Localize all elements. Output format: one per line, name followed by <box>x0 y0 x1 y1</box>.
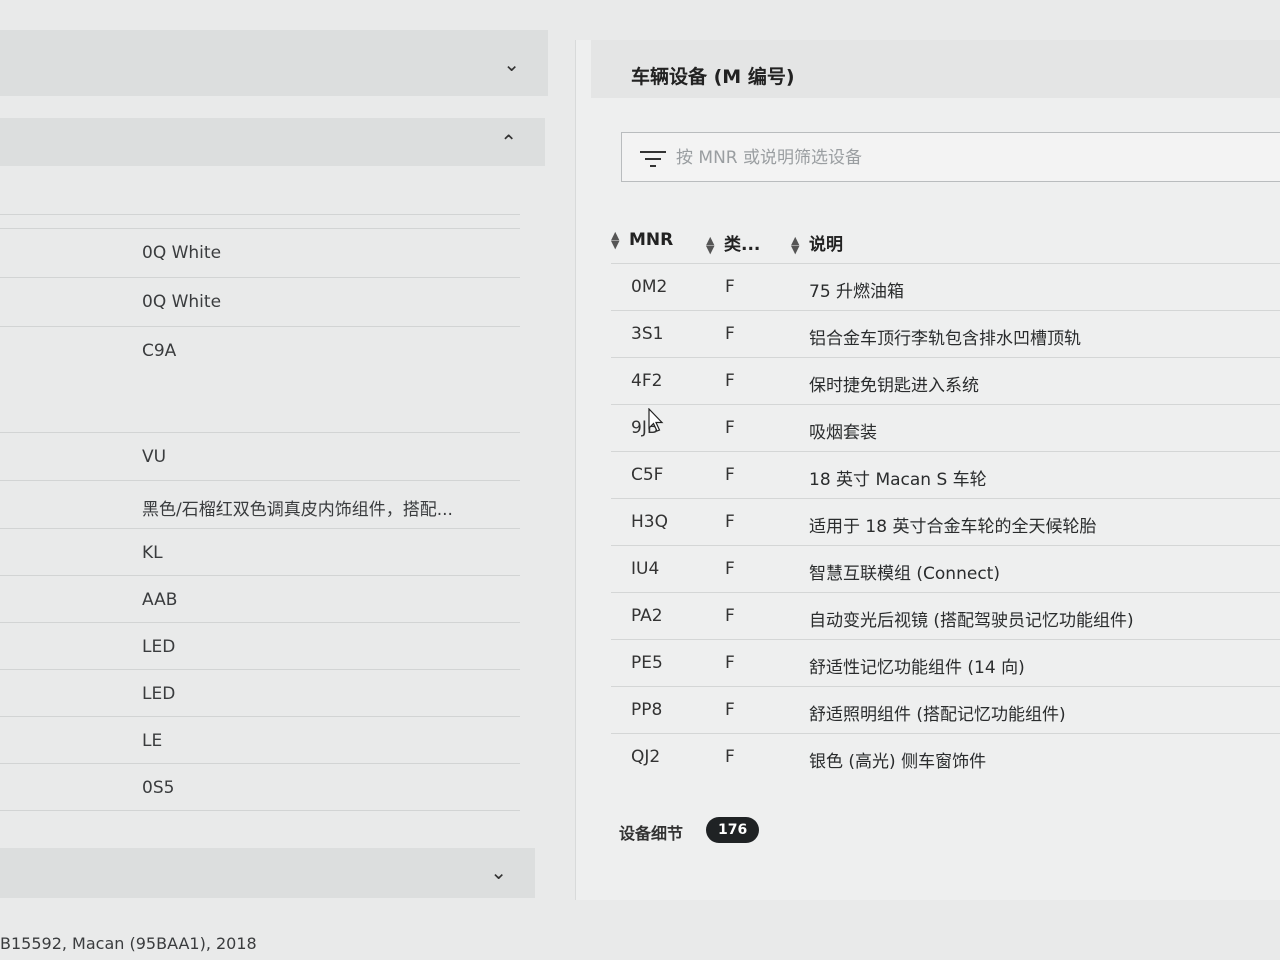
divider <box>0 214 520 215</box>
divider <box>0 810 520 811</box>
filter-icon <box>640 149 666 169</box>
list-item-text: LED <box>142 684 176 704</box>
list-item-text: C9A <box>142 341 177 361</box>
cell-description: 适用于 18 英寸合金车轮的全天候轮胎 <box>809 517 1097 537</box>
list-item-text: AAB <box>142 590 178 610</box>
cell-description: 智慧互联模组 (Connect) <box>809 564 1000 584</box>
cell-description: 舒适照明组件 (搭配记忆功能组件) <box>809 705 1066 725</box>
table-row[interactable]: PA2 F 自动变光后视镜 (搭配驾驶员记忆功能组件) <box>611 592 1280 640</box>
cell-type: F <box>725 606 735 626</box>
column-header-label: MNR <box>629 230 674 250</box>
cell-mnr: PA2 <box>631 606 663 626</box>
cell-description: 自动变光后视镜 (搭配驾驶员记忆功能组件) <box>809 611 1134 631</box>
column-header-label: 说明 <box>809 235 843 255</box>
cell-type: F <box>725 747 735 767</box>
table-row[interactable]: QJ2 F 银色 (高光) 侧车窗饰件 <box>611 733 1280 781</box>
list-item: 黑色/石榴红双色调真皮内饰组件，搭配... <box>0 480 520 528</box>
column-header-label: 类... <box>724 235 761 255</box>
list-item: LED <box>0 669 520 717</box>
accordion-header-expanded[interactable]: ⌃ <box>0 118 545 166</box>
list-item-text: LE <box>142 731 163 751</box>
chevron-down-icon: ⌄ <box>490 860 507 884</box>
list-item: VU <box>0 432 520 480</box>
cell-type: F <box>725 418 735 438</box>
left-panel: ⌄ ⌃ 0Q White 0Q White C9A VU 黑色/石榴红双色调真皮… <box>0 0 560 960</box>
cell-type: F <box>725 559 735 579</box>
cell-mnr: PP8 <box>631 700 663 720</box>
cell-mnr: QJ2 <box>631 747 661 767</box>
list-item: AAB <box>0 575 520 623</box>
list-item-text: 0Q White <box>142 243 222 263</box>
list-item-text: VU <box>142 447 167 467</box>
vehicle-equipment-panel: 车辆设备 (M 编号) ▲▼ MNR ▲▼ 类... ▲▼ 说明 0M2 F 75 升… <box>575 40 1280 900</box>
column-header-description[interactable]: ▲ ▼ 说明 <box>791 230 843 255</box>
table-row[interactable]: IU4 F 智慧互联模组 (Connect) <box>611 545 1280 593</box>
cell-mnr: C5F <box>631 465 664 485</box>
list-item: 0Q White <box>0 277 520 325</box>
cell-type: F <box>725 277 735 297</box>
cell-type: F <box>725 653 735 673</box>
mouse-pointer-icon <box>648 408 664 432</box>
list-item-text: 0Q White <box>142 292 222 312</box>
sort-icon: ▲ ▼ <box>706 234 715 256</box>
column-header-mnr[interactable]: ▲ ▼ MNR <box>611 230 673 250</box>
table-row[interactable]: PP8 F 舒适照明组件 (搭配记忆功能组件) <box>611 686 1280 734</box>
list-item: 0S5 <box>0 763 520 811</box>
list-item: C9A <box>0 326 520 427</box>
filter-input[interactable] <box>674 143 1268 173</box>
table-row[interactable]: PE5 F 舒适性记忆功能组件 (14 向) <box>611 639 1280 687</box>
cell-mnr: 4F2 <box>631 371 663 391</box>
cell-description: 75 升燃油箱 <box>809 282 905 302</box>
cell-description: 保时捷免钥匙进入系统 <box>809 376 979 396</box>
cell-description: 18 英寸 Macan S 车轮 <box>809 470 987 490</box>
details-label: 设备细节 <box>619 824 684 843</box>
table-row[interactable]: 3S1 F 铝合金车顶行李轨包含排水凹槽顶轨 <box>611 310 1280 358</box>
list-item: LED <box>0 622 520 670</box>
list-item-text: LED <box>142 637 176 657</box>
cell-mnr: IU4 <box>631 559 660 579</box>
list-item-text: 黑色/石榴红双色调真皮内饰组件，搭配... <box>142 500 453 520</box>
table-row[interactable]: 4F2 F 保时捷免钥匙进入系统 <box>611 357 1280 405</box>
table-row[interactable]: 9JB F 吸烟套装 <box>611 404 1280 452</box>
chevron-up-icon: ⌃ <box>500 130 517 154</box>
cell-mnr: 3S1 <box>631 324 664 344</box>
cell-type: F <box>725 324 735 344</box>
accordion-header-collapsed[interactable]: ⌄ <box>0 848 535 898</box>
chevron-down-icon: ⌄ <box>503 52 520 76</box>
sort-icon: ▲ ▼ <box>611 229 620 251</box>
cell-type: F <box>725 371 735 391</box>
list-item-text: 0S5 <box>142 778 175 798</box>
table-row[interactable]: C5F F 18 英寸 Macan S 车轮 <box>611 451 1280 499</box>
list-item: KL <box>0 528 520 576</box>
cell-type: F <box>725 465 735 485</box>
details-count-badge: 176 <box>706 817 760 843</box>
list-item-text: KL <box>142 543 163 563</box>
panel-title: 车辆设备 (M 编号) <box>631 66 795 88</box>
column-header-type[interactable]: ▲ ▼ 类... <box>706 230 760 255</box>
table-row[interactable]: 0M2 F 75 升燃油箱 <box>611 263 1280 311</box>
cell-type: F <box>725 700 735 720</box>
cell-mnr: 0M2 <box>631 277 668 297</box>
list-item: LE <box>0 716 520 764</box>
cell-type: F <box>725 512 735 532</box>
cell-mnr: PE5 <box>631 653 663 673</box>
filter-field[interactable] <box>621 132 1280 182</box>
cell-description: 铝合金车顶行李轨包含排水凹槽顶轨 <box>809 329 1081 349</box>
cell-description: 吸烟套装 <box>809 423 877 443</box>
list-item: 0Q White <box>0 228 520 276</box>
vehicle-info: B15592, Macan (95BAA1), 2018 <box>0 934 257 953</box>
sort-icon: ▲ ▼ <box>791 234 800 256</box>
panel-header: 车辆设备 (M 编号) <box>591 40 1280 98</box>
cell-description: 舒适性记忆功能组件 (14 向) <box>809 658 1025 678</box>
cell-mnr: H3Q <box>631 512 668 532</box>
table-row[interactable]: H3Q F 适用于 18 英寸合金车轮的全天候轮胎 <box>611 498 1280 546</box>
accordion-header-collapsed[interactable]: ⌄ <box>0 30 548 96</box>
cell-description: 银色 (高光) 侧车窗饰件 <box>809 752 987 772</box>
